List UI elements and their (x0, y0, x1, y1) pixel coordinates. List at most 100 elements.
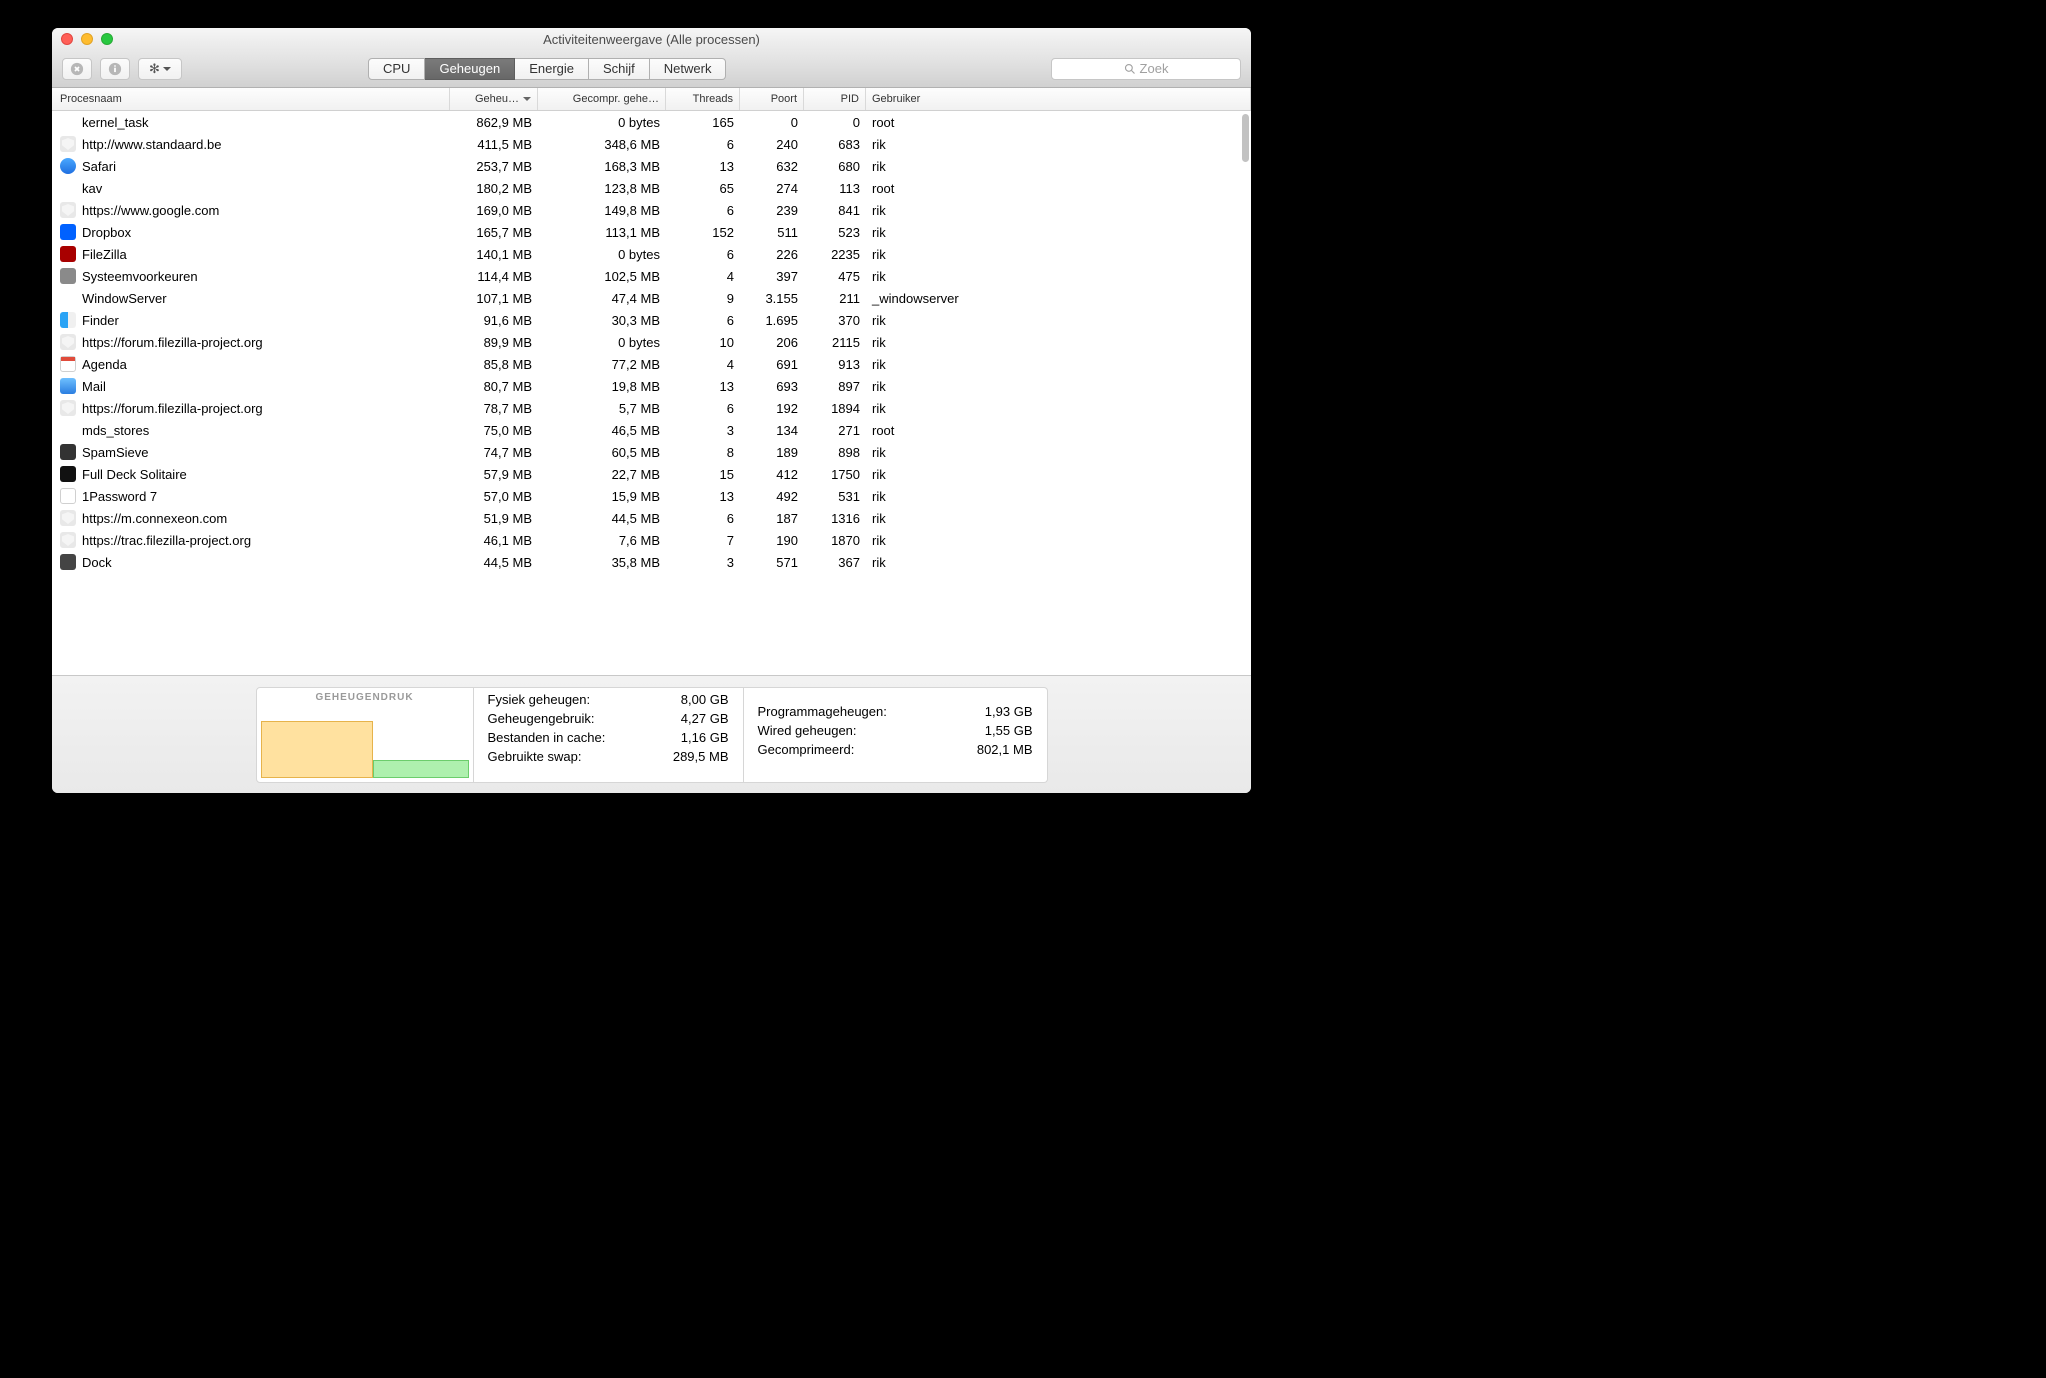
col-threads[interactable]: Threads (666, 88, 740, 110)
table-row[interactable]: Dock44,5 MB35,8 MB3571367rik (52, 551, 1251, 573)
process-icon (60, 378, 76, 394)
memory-summary-panel: Fysiek geheugen:8,00 GBGeheugengebruik:4… (474, 687, 744, 783)
search-input[interactable]: Zoek (1051, 58, 1241, 80)
stat-value: 1,55 GB (985, 723, 1033, 738)
col-user[interactable]: Gebruiker (866, 88, 1251, 110)
cell-threads: 4 (666, 357, 740, 372)
process-name: https://forum.filezilla-project.org (82, 335, 263, 350)
process-name: Safari (82, 159, 116, 174)
close-window-button[interactable] (61, 33, 73, 45)
stat-label: Geheugengebruik: (488, 711, 595, 726)
process-name: https://www.google.com (82, 203, 219, 218)
table-row[interactable]: WindowServer107,1 MB47,4 MB93.155211_win… (52, 287, 1251, 309)
table-row[interactable]: Finder91,6 MB30,3 MB61.695370rik (52, 309, 1251, 331)
zoom-window-button[interactable] (101, 33, 113, 45)
cell-compressed: 348,6 MB (538, 137, 666, 152)
tab-disk[interactable]: Schijf (589, 58, 650, 80)
cell-user: rik (866, 203, 1251, 218)
table-row[interactable]: Safari253,7 MB168,3 MB13632680rik (52, 155, 1251, 177)
cell-threads: 4 (666, 269, 740, 284)
table-row[interactable]: SpamSieve74,7 MB60,5 MB8189898rik (52, 441, 1251, 463)
table-row[interactable]: https://m.connexeon.com51,9 MB44,5 MB618… (52, 507, 1251, 529)
table-row[interactable]: mds_stores75,0 MB46,5 MB3134271root (52, 419, 1251, 441)
process-name: kernel_task (82, 115, 148, 130)
cell-pid: 113 (804, 181, 866, 196)
table-row[interactable]: https://www.google.com169,0 MB149,8 MB62… (52, 199, 1251, 221)
process-name: 1Password 7 (82, 489, 157, 504)
cell-threads: 6 (666, 401, 740, 416)
cell-pid: 2235 (804, 247, 866, 262)
cell-user: rik (866, 225, 1251, 240)
cell-user: rik (866, 511, 1251, 526)
table-row[interactable]: Systeemvoorkeuren114,4 MB102,5 MB4397475… (52, 265, 1251, 287)
col-port[interactable]: Poort (740, 88, 804, 110)
col-process-name[interactable]: Procesnaam (52, 88, 450, 110)
cell-threads: 6 (666, 247, 740, 262)
stat-value: 1,16 GB (681, 730, 729, 745)
tab-memory[interactable]: Geheugen (425, 58, 515, 80)
table-row[interactable]: kernel_task862,9 MB0 bytes16500root (52, 111, 1251, 133)
cell-compressed: 35,8 MB (538, 555, 666, 570)
cell-compressed: 19,8 MB (538, 379, 666, 394)
tab-energy[interactable]: Energie (515, 58, 589, 80)
table-row[interactable]: http://www.standaard.be411,5 MB348,6 MB6… (52, 133, 1251, 155)
cell-threads: 152 (666, 225, 740, 240)
table-row[interactable]: https://forum.filezilla-project.org89,9 … (52, 331, 1251, 353)
cell-port: 192 (740, 401, 804, 416)
table-row[interactable]: Agenda85,8 MB77,2 MB4691913rik (52, 353, 1251, 375)
process-name: Systeemvoorkeuren (82, 269, 198, 284)
col-compressed-memory[interactable]: Gecompr. gehe… (538, 88, 666, 110)
cell-user: rik (866, 533, 1251, 548)
col-memory[interactable]: Geheu… (450, 88, 538, 110)
window-title: Activiteitenweergave (Alle processen) (52, 32, 1251, 47)
cell-pid: 531 (804, 489, 866, 504)
cell-user: rik (866, 467, 1251, 482)
table-row[interactable]: kav180,2 MB123,8 MB65274113root (52, 177, 1251, 199)
cell-pid: 475 (804, 269, 866, 284)
table-body[interactable]: kernel_task862,9 MB0 bytes16500roothttp:… (52, 111, 1251, 675)
process-icon (60, 510, 76, 526)
table-row[interactable]: 1Password 757,0 MB15,9 MB13492531rik (52, 485, 1251, 507)
process-name: SpamSieve (82, 445, 148, 460)
tab-network[interactable]: Netwerk (650, 58, 727, 80)
col-pid[interactable]: PID (804, 88, 866, 110)
cell-port: 571 (740, 555, 804, 570)
memory-pressure-chart: GEHEUGENDRUK (256, 687, 474, 783)
stop-process-button[interactable] (62, 58, 92, 80)
stat-label: Gebruikte swap: (488, 749, 582, 764)
settings-menu-button[interactable]: ✻ (138, 58, 182, 80)
chart-region-yellow (261, 721, 373, 778)
cell-memory: 862,9 MB (450, 115, 538, 130)
cell-compressed: 22,7 MB (538, 467, 666, 482)
table-row[interactable]: Full Deck Solitaire57,9 MB22,7 MB1541217… (52, 463, 1251, 485)
table-row[interactable]: https://forum.filezilla-project.org78,7 … (52, 397, 1251, 419)
cell-threads: 3 (666, 555, 740, 570)
table-row[interactable]: Dropbox165,7 MB113,1 MB152511523rik (52, 221, 1251, 243)
cell-port: 0 (740, 115, 804, 130)
cell-port: 693 (740, 379, 804, 394)
inspect-process-button[interactable] (100, 58, 130, 80)
cell-memory: 107,1 MB (450, 291, 538, 306)
cell-threads: 7 (666, 533, 740, 548)
cell-memory: 140,1 MB (450, 247, 538, 262)
cell-user: root (866, 423, 1251, 438)
cell-pid: 523 (804, 225, 866, 240)
tab-cpu[interactable]: CPU (368, 58, 425, 80)
vertical-scrollbar[interactable] (1242, 114, 1249, 162)
process-name: WindowServer (82, 291, 167, 306)
table-row[interactable]: https://trac.filezilla-project.org46,1 M… (52, 529, 1251, 551)
table-row[interactable]: FileZilla140,1 MB0 bytes62262235rik (52, 243, 1251, 265)
table-row[interactable]: Mail80,7 MB19,8 MB13693897rik (52, 375, 1251, 397)
cell-threads: 8 (666, 445, 740, 460)
cell-user: rik (866, 313, 1251, 328)
cell-memory: 75,0 MB (450, 423, 538, 438)
process-name: FileZilla (82, 247, 127, 262)
minimize-window-button[interactable] (81, 33, 93, 45)
stat-label: Wired geheugen: (758, 723, 857, 738)
cell-port: 239 (740, 203, 804, 218)
cell-port: 226 (740, 247, 804, 262)
cell-port: 240 (740, 137, 804, 152)
titlebar[interactable]: Activiteitenweergave (Alle processen) (52, 28, 1251, 50)
cell-compressed: 60,5 MB (538, 445, 666, 460)
cell-compressed: 0 bytes (538, 247, 666, 262)
